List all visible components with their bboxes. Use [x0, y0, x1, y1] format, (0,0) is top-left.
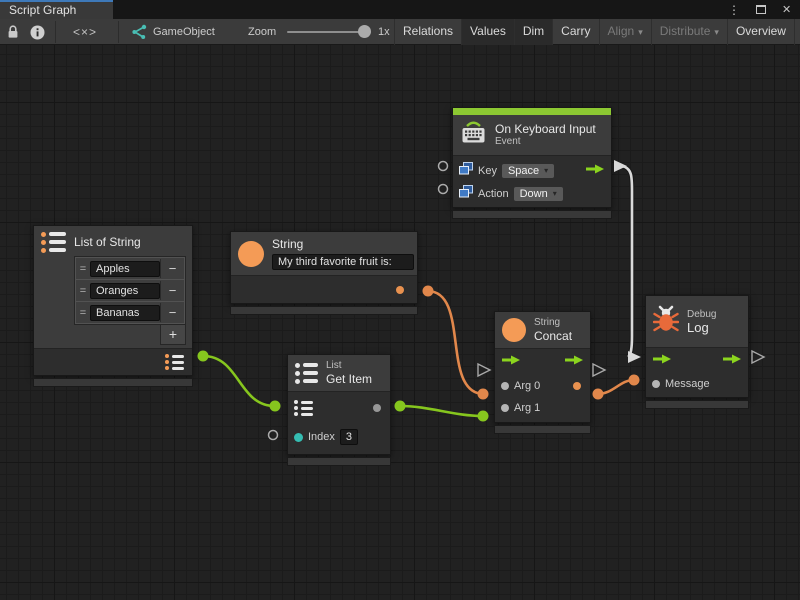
wire-getitem-to-concat[interactable] [400, 406, 483, 416]
port-endpoint-string-output[interactable] [423, 286, 434, 297]
tab-bar: Script Graph ⋮ ✕ [0, 0, 800, 19]
port-endpoint-getitem-list-input[interactable] [270, 401, 281, 412]
code-view-icon[interactable]: <×> [73, 19, 97, 45]
dim-button[interactable]: Dim [514, 19, 552, 45]
toolbar-buttons: Relations Values Dim Carry Align▾ Distri… [394, 19, 800, 45]
lock-icon[interactable] [6, 19, 20, 45]
relations-button[interactable]: Relations [394, 19, 461, 45]
flow-out-connector-concat-empty[interactable] [593, 364, 605, 376]
flow-in-connector-log[interactable] [628, 351, 641, 363]
gameobject-icon [131, 19, 147, 45]
zoom-label: Zoom [248, 19, 276, 45]
zoom-value: 1x [378, 19, 390, 45]
graph-toolbar: <×> GameObject Zoom 1x Relations Values … [0, 19, 800, 45]
gameobject-label: GameObject [153, 19, 215, 45]
value-connector-key-empty[interactable] [439, 162, 448, 171]
chevron-down-icon: ▾ [638, 27, 643, 37]
flow-in-connector-concat-empty[interactable] [478, 364, 490, 376]
tab-script-graph[interactable]: Script Graph [0, 0, 113, 19]
wire-flow-outline [622, 166, 632, 357]
port-endpoint-list-output[interactable] [198, 351, 209, 362]
window-close-icon[interactable]: ✕ [782, 0, 796, 19]
wire-string-to-concat[interactable] [428, 291, 483, 394]
value-connector-index-empty[interactable] [269, 431, 278, 440]
overview-button[interactable]: Overview [727, 19, 794, 45]
distribute-label: Distribute [660, 24, 711, 38]
chevron-down-icon: ▾ [714, 27, 719, 37]
toolbar-separator [55, 21, 56, 43]
port-endpoint-concat-arg0[interactable] [478, 389, 489, 400]
value-connector-action-empty[interactable] [439, 185, 448, 194]
port-endpoint-getitem-output[interactable] [395, 401, 406, 412]
port-endpoint-concat-result[interactable] [593, 389, 604, 400]
carry-button[interactable]: Carry [552, 19, 598, 45]
window-maximize-icon[interactable] [756, 5, 766, 14]
zoom-slider-handle[interactable] [358, 25, 371, 38]
port-endpoint-concat-arg1[interactable] [478, 411, 489, 422]
toolbar-separator [118, 21, 119, 43]
info-icon[interactable] [30, 19, 45, 45]
wire-list-to-getitem[interactable] [203, 356, 275, 406]
align-button[interactable]: Align▾ [599, 19, 651, 45]
values-button[interactable]: Values [461, 19, 514, 45]
align-label: Align [608, 24, 635, 38]
wire-overlay [0, 45, 800, 600]
fullscreen-button[interactable]: Full Screen [794, 19, 800, 45]
flow-out-connector-keyboard[interactable] [614, 160, 627, 172]
script-graph-window: Script Graph ⋮ ✕ <×> [0, 0, 800, 600]
graph-canvas[interactable]: On Keyboard Input Event Key Space▾ [0, 45, 800, 600]
port-endpoint-log-message[interactable] [629, 375, 640, 386]
wire-concat-to-log[interactable] [598, 380, 634, 394]
window-menu-icon[interactable]: ⋮ [728, 0, 742, 19]
distribute-button[interactable]: Distribute▾ [651, 19, 727, 45]
flow-out-connector-log-empty[interactable] [752, 351, 764, 363]
